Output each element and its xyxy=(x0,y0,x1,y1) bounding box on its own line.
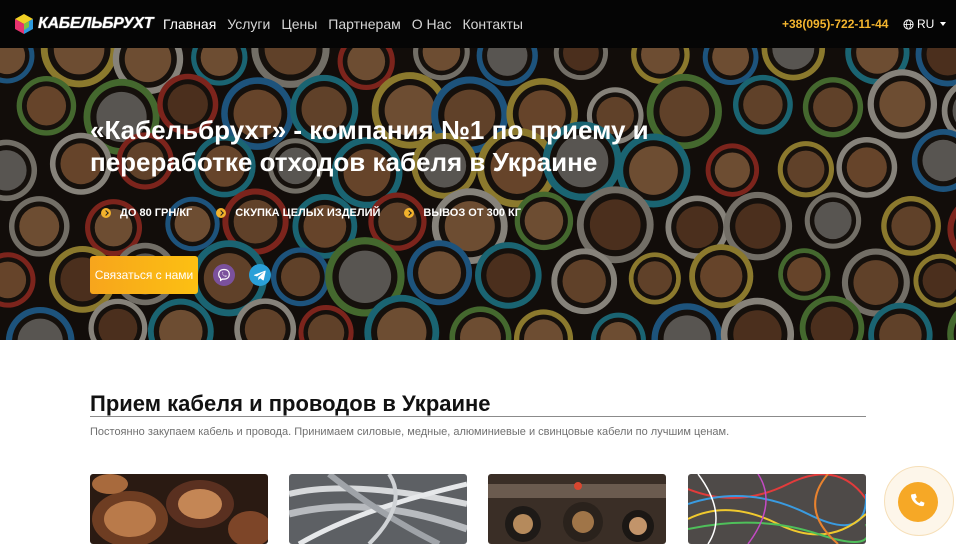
telegram-icon xyxy=(253,270,266,281)
copper-cable-photo xyxy=(90,474,268,544)
top-navbar: КАБЕЛЬБРУХТ Главная Услуги Цены Партнера… xyxy=(0,0,956,48)
hero-features: до 80 грн/кг Скупка целых изделий Вывоз … xyxy=(101,207,545,219)
hero-overlay xyxy=(0,48,956,340)
nav-about[interactable]: О Нас xyxy=(412,16,452,32)
cube-logo-icon xyxy=(15,14,33,34)
nav-contacts[interactable]: Контакты xyxy=(462,16,522,32)
aluminium-wire-photo xyxy=(289,474,467,544)
nav-home[interactable]: Главная xyxy=(163,16,216,32)
section-divider xyxy=(90,416,866,417)
hero-section: «Кабельбрухт» - компания №1 по приему и … xyxy=(0,48,956,340)
viber-button[interactable] xyxy=(213,264,235,286)
power-cable-photo xyxy=(488,474,666,544)
arrow-right-circle-icon xyxy=(216,208,227,218)
contact-us-button[interactable]: Связаться с нами xyxy=(90,256,198,294)
section-title: Прием кабеля и проводов в Украине xyxy=(90,391,491,416)
site-logo[interactable]: КАБЕЛЬБРУХТ xyxy=(13,12,154,36)
header-phone-link[interactable]: +38(095)-722-11-44 xyxy=(782,17,888,31)
feature-whole-items: Скупка целых изделий xyxy=(216,207,380,219)
feature-price: до 80 грн/кг xyxy=(101,207,192,219)
feature-text: Вывоз от 300 кг xyxy=(423,207,521,219)
telegram-button[interactable] xyxy=(249,264,271,286)
feature-pickup: Вывоз от 300 кг xyxy=(404,207,521,219)
globe-icon xyxy=(903,18,914,30)
product-card-power-cable[interactable] xyxy=(488,474,666,544)
hero-title: «Кабельбрухт» - компания №1 по приему и … xyxy=(90,115,649,177)
phone-icon xyxy=(911,493,925,507)
viber-icon xyxy=(218,268,230,282)
language-label: RU xyxy=(917,17,935,31)
section-description: Постоянно закупаем кабель и провода. При… xyxy=(90,426,730,438)
nav-services[interactable]: Услуги xyxy=(227,16,270,32)
product-card-aluminium[interactable] xyxy=(289,474,467,544)
language-switcher[interactable]: RU xyxy=(903,17,947,31)
nav-partners[interactable]: Партнерам xyxy=(328,16,400,32)
feature-text: Скупка целых изделий xyxy=(235,207,381,219)
brand-name: КАБЕЛЬБРУХТ xyxy=(38,15,154,32)
main-nav: Главная Услуги Цены Партнерам О Нас Конт… xyxy=(163,16,534,32)
colored-wires-photo xyxy=(688,474,866,544)
arrow-right-circle-icon xyxy=(101,208,111,218)
product-card-colored-wires[interactable] xyxy=(688,474,866,544)
feature-text: до 80 грн/кг xyxy=(120,207,193,219)
floating-call-button[interactable] xyxy=(898,482,938,522)
product-card-copper[interactable] xyxy=(90,474,268,544)
chevron-down-icon xyxy=(940,22,947,26)
nav-prices[interactable]: Цены xyxy=(281,16,317,32)
arrow-right-circle-icon xyxy=(404,208,415,218)
